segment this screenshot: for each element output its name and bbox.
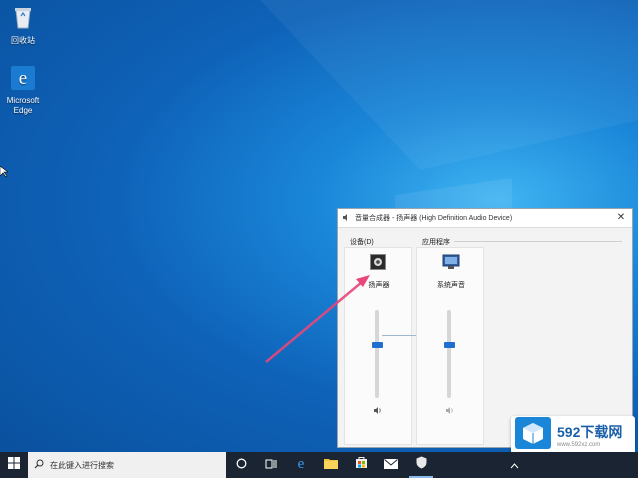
start-button[interactable] bbox=[0, 452, 28, 478]
app-volume-slider[interactable] bbox=[444, 342, 455, 349]
apps-section-label: 应用程序 bbox=[422, 239, 450, 246]
window-title: 音量合成器 - 扬声器 (High Definition Audio Devic… bbox=[355, 215, 513, 222]
speaker-icon bbox=[371, 258, 385, 271]
device-mute-button[interactable] bbox=[373, 406, 383, 417]
app-column: 系统声音 bbox=[416, 247, 484, 445]
watermark-brand: 592下载网 bbox=[557, 424, 623, 440]
task-view-button[interactable] bbox=[256, 452, 286, 478]
app-mute-button[interactable] bbox=[445, 406, 455, 417]
watermark-url: www.592xz.com bbox=[557, 442, 601, 448]
section-divider bbox=[454, 241, 622, 242]
desktop-icon-recycle-bin[interactable]: 回收站 bbox=[1, 4, 45, 46]
search-placeholder: 在此键入进行搜索 bbox=[50, 460, 114, 470]
system-sounds-icon bbox=[442, 254, 460, 272]
shield-icon bbox=[416, 456, 427, 474]
app-name: 系统声音 bbox=[437, 282, 465, 289]
desktop-icon-label: 回收站 bbox=[11, 36, 35, 45]
volume-icon bbox=[373, 407, 383, 417]
system-sounds-button[interactable] bbox=[442, 254, 460, 272]
search-icon bbox=[34, 459, 44, 471]
device-column: 扬声器 bbox=[344, 247, 412, 445]
recycle-bin-icon bbox=[1, 4, 45, 33]
taskbar: 在此键入进行搜索 e bbox=[0, 452, 638, 478]
taskbar-file-explorer[interactable] bbox=[316, 452, 346, 478]
close-button[interactable]: ✕ bbox=[614, 211, 628, 225]
store-bag-icon bbox=[355, 456, 368, 474]
desktop-icon-label: Microsoft Edge bbox=[6, 96, 40, 115]
speaker-device-button[interactable] bbox=[370, 254, 386, 270]
device-volume-slider[interactable] bbox=[372, 342, 383, 349]
device-name: 扬声器 bbox=[368, 282, 390, 289]
windows-logo-icon bbox=[8, 456, 20, 474]
window-titlebar[interactable]: 音量合成器 - 扬声器 (High Definition Audio Devic… bbox=[338, 209, 632, 228]
volume-icon bbox=[445, 407, 455, 417]
edge-icon: e bbox=[294, 456, 308, 475]
tray-chevron[interactable] bbox=[504, 452, 524, 478]
taskbar-search-box[interactable]: 在此键入进行搜索 bbox=[28, 452, 226, 478]
speaker-app-icon bbox=[342, 213, 351, 224]
cortana-button[interactable] bbox=[226, 452, 256, 478]
app-volume-track[interactable] bbox=[447, 310, 451, 398]
desktop-icon-edge[interactable]: e Microsoft Edge bbox=[1, 66, 45, 116]
volume-mixer-window[interactable]: 音量合成器 - 扬声器 (High Definition Audio Devic… bbox=[337, 208, 633, 448]
taskbar-edge[interactable]: e bbox=[286, 452, 316, 478]
taskbar-security[interactable] bbox=[406, 452, 436, 478]
task-view-icon bbox=[265, 459, 277, 472]
device-volume-track[interactable] bbox=[375, 310, 379, 398]
svg-text:e: e bbox=[298, 456, 305, 470]
cortana-circle-icon bbox=[236, 458, 247, 472]
chevron-up-icon bbox=[510, 456, 519, 474]
taskbar-mail[interactable] bbox=[376, 452, 406, 478]
device-section-label: 设备(D) bbox=[350, 239, 374, 246]
svg-text:e: e bbox=[19, 68, 27, 89]
edge-icon: e bbox=[1, 66, 45, 93]
cube-logo-icon bbox=[515, 416, 551, 454]
folder-icon bbox=[324, 456, 338, 474]
mail-icon bbox=[384, 456, 398, 474]
mouse-cursor-icon bbox=[0, 166, 8, 178]
watermark-badge: 592下载网 www.592xz.com bbox=[511, 416, 635, 454]
taskbar-store[interactable] bbox=[346, 452, 376, 478]
